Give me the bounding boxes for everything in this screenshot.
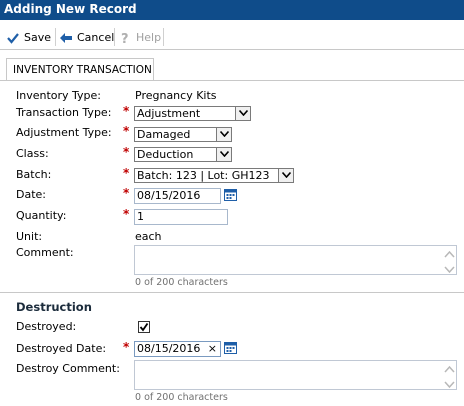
scroll-down-icon[interactable] bbox=[444, 379, 455, 389]
back-arrow-icon bbox=[59, 31, 73, 45]
unit-value: each bbox=[135, 230, 162, 243]
toolbar-separator bbox=[114, 28, 115, 46]
destroyed-date-value: 08/15/2016 bbox=[137, 342, 201, 355]
adjustment-type-label: Adjustment Type: bbox=[16, 126, 112, 139]
destroy-comment-label: Destroy Comment: bbox=[16, 362, 120, 375]
batch-value: Batch: 123 | Lot: GH123 bbox=[137, 169, 270, 182]
chevron-down-icon bbox=[216, 128, 231, 141]
cancel-label: Cancel bbox=[77, 31, 115, 44]
window-title: Adding New Record bbox=[0, 0, 464, 20]
toolbar-separator bbox=[163, 28, 164, 46]
transaction-type-select[interactable]: Adjustment bbox=[134, 106, 251, 121]
required-marker: * bbox=[123, 104, 130, 118]
date-input[interactable]: 08/15/2016 bbox=[134, 188, 221, 204]
help-button[interactable]: ? Help bbox=[118, 26, 161, 49]
clear-icon[interactable]: × bbox=[208, 342, 217, 356]
required-marker: * bbox=[123, 166, 130, 180]
required-marker: * bbox=[123, 207, 130, 221]
adjustment-type-value: Damaged bbox=[137, 128, 191, 141]
destroy-comment-char-count: 0 of 200 characters bbox=[135, 392, 228, 403]
section-divider bbox=[0, 292, 464, 293]
required-marker: * bbox=[123, 124, 130, 138]
tab-inventory-transaction[interactable]: INVENTORY TRANSACTION bbox=[6, 58, 154, 80]
tab-divider bbox=[0, 80, 464, 81]
inventory-type-value: Pregnancy Kits bbox=[135, 89, 217, 102]
scroll-down-icon[interactable] bbox=[444, 264, 455, 274]
chevron-down-icon bbox=[235, 107, 250, 120]
scroll-up-icon[interactable] bbox=[444, 248, 455, 258]
quantity-label: Quantity: bbox=[16, 209, 67, 222]
batch-label: Batch: bbox=[16, 168, 52, 181]
transaction-type-value: Adjustment bbox=[137, 107, 201, 120]
checkmark-icon bbox=[6, 31, 20, 45]
batch-select[interactable]: Batch: 123 | Lot: GH123 bbox=[134, 168, 294, 183]
adjustment-type-select[interactable]: Damaged bbox=[134, 127, 232, 142]
required-marker: * bbox=[123, 340, 130, 354]
class-value: Deduction bbox=[137, 148, 194, 161]
help-icon: ? bbox=[118, 31, 132, 47]
cancel-button[interactable]: Cancel bbox=[59, 26, 114, 49]
toolbar: Save Cancel ? Help bbox=[0, 26, 464, 50]
comment-char-count: 0 of 200 characters bbox=[135, 277, 228, 288]
destroy-comment-textarea[interactable] bbox=[134, 360, 457, 390]
destroyed-date-input[interactable]: 08/15/2016 × bbox=[134, 341, 221, 357]
save-label: Save bbox=[24, 31, 52, 44]
chevron-down-icon bbox=[278, 169, 293, 182]
required-marker: * bbox=[123, 186, 130, 200]
destroyed-label: Destroyed: bbox=[16, 320, 77, 333]
class-label: Class: bbox=[16, 147, 49, 160]
help-label: Help bbox=[136, 31, 162, 44]
destruction-section-title: Destruction bbox=[16, 300, 92, 314]
required-marker: * bbox=[123, 145, 130, 159]
comment-label: Comment: bbox=[16, 246, 74, 259]
date-label: Date: bbox=[16, 188, 46, 201]
comment-textarea[interactable] bbox=[134, 245, 457, 275]
save-button[interactable]: Save bbox=[6, 26, 51, 49]
destroyed-date-label: Destroyed Date: bbox=[16, 342, 107, 355]
svg-text:?: ? bbox=[121, 32, 129, 45]
quantity-input[interactable]: 1 bbox=[134, 209, 228, 225]
unit-label: Unit: bbox=[16, 230, 43, 243]
chevron-down-icon bbox=[216, 148, 231, 161]
scroll-up-icon[interactable] bbox=[444, 363, 455, 373]
inventory-type-label: Inventory Type: bbox=[16, 89, 102, 102]
calendar-icon[interactable] bbox=[224, 341, 237, 354]
transaction-type-label: Transaction Type: bbox=[16, 106, 112, 119]
class-select[interactable]: Deduction bbox=[134, 147, 232, 162]
toolbar-separator bbox=[55, 28, 56, 46]
calendar-icon[interactable] bbox=[224, 188, 237, 201]
destroyed-checkbox[interactable] bbox=[138, 321, 150, 333]
